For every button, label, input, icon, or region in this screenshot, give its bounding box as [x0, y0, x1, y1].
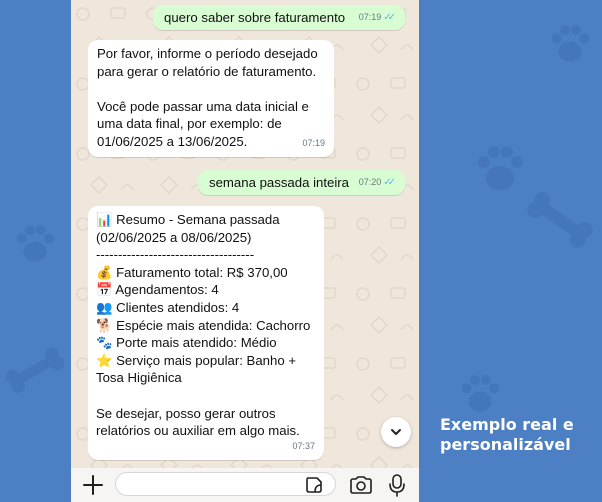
double-check-icon: ✓✓ [383, 177, 396, 189]
bone-decoration [527, 192, 593, 248]
caption-line: personalizável [440, 435, 571, 454]
bone-decoration [5, 347, 65, 393]
sticker-icon[interactable] [305, 476, 323, 494]
paw-decoration [551, 25, 590, 62]
message-time: 07:19 [302, 138, 325, 149]
message-time: 07:19 [358, 12, 382, 23]
message-composer [71, 468, 419, 502]
message-time: 07:37 [292, 441, 315, 452]
chat-window: quero saber sobre faturamento 07:19 ✓✓ P… [71, 0, 419, 502]
chat-message-outgoing[interactable]: semana passada inteira 07:20 ✓✓ [198, 170, 405, 195]
microphone-icon[interactable] [389, 473, 405, 497]
chat-message-incoming[interactable]: 📊 Resumo - Semana passada (02/06/2025 a … [88, 206, 324, 460]
camera-icon[interactable] [349, 475, 373, 495]
paw-decoration [16, 225, 55, 262]
message-time: 07:20 [358, 177, 382, 188]
message-meta: 07:19 ✓✓ [359, 9, 396, 27]
message-text: quero saber sobre faturamento [164, 10, 346, 25]
scroll-to-bottom-button[interactable] [381, 417, 411, 447]
message-meta: 07:20 ✓✓ [359, 174, 396, 192]
chevron-down-icon [391, 429, 401, 435]
message-text: Por favor, informe o período desejado pa… [97, 46, 318, 149]
message-meta: 07:19 [302, 135, 325, 153]
message-text: 📊 Resumo - Semana passada (02/06/2025 a … [96, 212, 311, 439]
message-text: semana passada inteira [209, 175, 350, 190]
promo-caption: Exemplo real e personalizável [440, 415, 574, 455]
message-meta: 07:37 [292, 438, 315, 456]
paw-decoration [461, 375, 500, 412]
chat-message-outgoing[interactable]: quero saber sobre faturamento 07:19 ✓✓ [153, 5, 405, 30]
double-check-icon: ✓✓ [383, 12, 396, 24]
plus-icon[interactable] [83, 474, 103, 496]
message-input[interactable] [115, 472, 336, 496]
chat-message-incoming[interactable]: Por favor, informe o período desejado pa… [88, 40, 334, 157]
caption-line: Exemplo real e [440, 415, 574, 434]
